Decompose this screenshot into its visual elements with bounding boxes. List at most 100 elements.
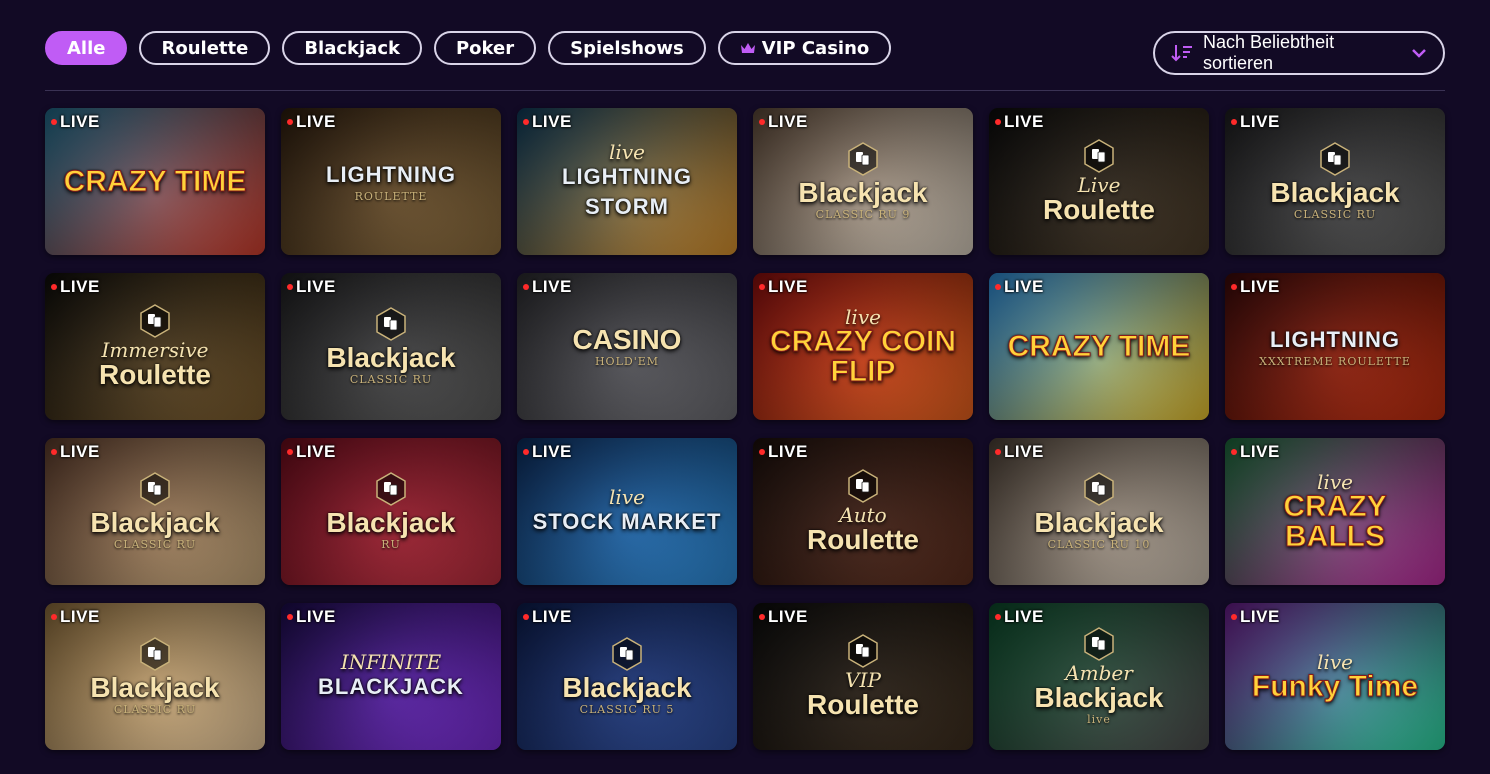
- game-tile-blackjack-classic-ru-10[interactable]: LIVE Blackjack CLASSIC RU 10: [989, 438, 1209, 585]
- game-tile-crazy-balls[interactable]: LIVE live CRAZY BALLS: [1225, 438, 1445, 585]
- filter-alle[interactable]: Alle: [45, 31, 128, 65]
- game-tile-blackjack-classic-ru-5[interactable]: LIVE Blackjack CLASSIC RU 5: [517, 603, 737, 750]
- game-tile-crazy-time-b[interactable]: LIVE CRAZY TIME: [989, 273, 1209, 420]
- game-type-icon: [140, 472, 170, 506]
- chevron-down-icon: [1412, 49, 1426, 58]
- filter-spielshows[interactable]: Spielshows: [548, 31, 706, 65]
- live-label: LIVE: [768, 112, 808, 131]
- game-title-foot: CLASSIC RU 5: [579, 703, 675, 716]
- live-label: LIVE: [296, 607, 336, 626]
- filter-roulette[interactable]: Roulette: [139, 31, 271, 65]
- live-label: LIVE: [60, 277, 100, 296]
- game-title-main: Roulette: [99, 358, 211, 390]
- game-title-foot: CLASSIC RU: [349, 373, 433, 386]
- game-type-icon: [1320, 142, 1350, 176]
- live-label: LIVE: [768, 442, 808, 461]
- game-title-main: Blackjack: [798, 177, 928, 208]
- game-tile-blackjack-classic-ru-9[interactable]: LIVE Blackjack CLASSIC RU 9: [753, 108, 973, 255]
- live-dot-icon: [51, 614, 57, 620]
- live-badge: LIVE: [51, 442, 100, 462]
- game-tile-casino-holdem[interactable]: LIVE CASINO HOLD'EM: [517, 273, 737, 420]
- game-title-main: Blackjack: [326, 342, 456, 373]
- game-title-main: Blackjack: [562, 672, 692, 703]
- game-tile-crazy-time[interactable]: LIVE CRAZY TIME: [45, 108, 265, 255]
- live-badge: LIVE: [1231, 112, 1280, 132]
- live-dot-icon: [523, 119, 529, 125]
- game-title-main: Roulette: [1043, 193, 1155, 225]
- game-tile-xxxtreme-lightning-roulette[interactable]: LIVE LIGHTNING XXXTREME ROULETTE: [1225, 273, 1445, 420]
- live-badge: LIVE: [523, 112, 572, 132]
- game-title-main: CRAZY TIME: [1007, 329, 1191, 363]
- filter-vip-casino[interactable]: VIP Casino: [717, 31, 892, 65]
- live-dot-icon: [1231, 449, 1237, 455]
- live-badge: LIVE: [759, 112, 808, 132]
- game-title-main: LIGHTNING: [1270, 327, 1400, 352]
- live-badge: LIVE: [1231, 607, 1280, 627]
- filter-label: Blackjack: [304, 37, 400, 59]
- game-type-icon: [848, 468, 878, 503]
- live-badge: LIVE: [995, 442, 1044, 462]
- game-tile-blackjack-ru[interactable]: LIVE Blackjack RU: [281, 438, 501, 585]
- game-title-sub: INFINITE: [340, 649, 442, 674]
- game-tile-blackjack-classic-ru-b[interactable]: LIVE Blackjack CLASSIC RU: [281, 273, 501, 420]
- game-title-main: LIGHTNING STORM: [562, 163, 692, 219]
- game-tile-auto-roulette[interactable]: LIVE Auto Roulette: [753, 438, 973, 585]
- game-title-main: Blackjack: [326, 507, 456, 538]
- game-tile-lightning-roulette[interactable]: LIVE LIGHTNING ROULETTE: [281, 108, 501, 255]
- live-dot-icon: [1231, 119, 1237, 125]
- game-type-icon: [848, 142, 878, 176]
- live-dot-icon: [287, 449, 293, 455]
- game-title-main: STOCK MARKET: [532, 508, 722, 534]
- game-tile-infinite-blackjack[interactable]: LIVE INFINITE BLACKJACK: [281, 603, 501, 750]
- game-tile-lightning-storm[interactable]: LIVE live LIGHTNING STORM: [517, 108, 737, 255]
- game-title-foot: ROULETTE: [354, 190, 428, 203]
- live-badge: LIVE: [51, 112, 100, 132]
- filter-label: Roulette: [161, 37, 249, 59]
- game-title-sub: Live: [1077, 172, 1121, 197]
- game-tile-immersive-roulette[interactable]: LIVE Immersive Roulette: [45, 273, 265, 420]
- live-badge: LIVE: [1231, 277, 1280, 297]
- sort-dropdown[interactable]: Nach Beliebtheit sortieren: [1153, 31, 1445, 75]
- sort-label: Nach Beliebtheit sortieren: [1203, 32, 1335, 73]
- game-title-main: CRAZY BALLS: [1283, 489, 1387, 553]
- live-dot-icon: [759, 449, 765, 455]
- filter-blackjack[interactable]: Blackjack: [282, 31, 422, 65]
- live-badge: LIVE: [759, 277, 808, 297]
- live-dot-icon: [759, 284, 765, 290]
- game-title-sub: live: [1317, 469, 1353, 494]
- game-title-sub: Immersive: [101, 337, 209, 362]
- game-tile-blackjack-classic-ru[interactable]: LIVE Blackjack CLASSIC RU: [1225, 108, 1445, 255]
- game-tile-blackjack-classic-ru-gold[interactable]: LIVE Blackjack CLASSIC RU: [45, 603, 265, 750]
- game-tile-vip-roulette[interactable]: LIVE VIP Roulette: [753, 603, 973, 750]
- game-tile-stock-market[interactable]: LIVE live STOCK MARKET: [517, 438, 737, 585]
- category-filters: Alle Roulette Blackjack Poker Spielshows VIP …: [45, 31, 892, 65]
- live-label: LIVE: [296, 277, 336, 296]
- game-type-icon: [376, 307, 406, 341]
- live-label: LIVE: [532, 112, 572, 131]
- game-title-sub: VIP: [845, 667, 881, 692]
- game-type-icon: [848, 633, 878, 668]
- game-type-icon: [376, 472, 406, 506]
- game-type-icon: [612, 637, 642, 671]
- game-tile-live-roulette[interactable]: LIVE Live Roulette: [989, 108, 1209, 255]
- live-label: LIVE: [1240, 607, 1280, 626]
- live-dot-icon: [995, 449, 1001, 455]
- game-title-foot: CLASSIC RU 9: [815, 208, 911, 221]
- live-label: LIVE: [768, 607, 808, 626]
- live-badge: LIVE: [51, 277, 100, 297]
- game-title-main: Roulette: [807, 688, 919, 720]
- live-badge: LIVE: [995, 112, 1044, 132]
- game-tile-crazy-coin-flip[interactable]: LIVE live CRAZY COIN FLIP: [753, 273, 973, 420]
- live-badge: LIVE: [995, 277, 1044, 297]
- live-label: LIVE: [532, 607, 572, 626]
- filter-poker[interactable]: Poker: [433, 31, 537, 65]
- live-dot-icon: [995, 614, 1001, 620]
- live-label: LIVE: [1240, 442, 1280, 461]
- game-tile-funky-time[interactable]: LIVE live Funky Time: [1225, 603, 1445, 750]
- game-tile-amber-blackjack[interactable]: LIVE Amber Blackjack live: [989, 603, 1209, 750]
- game-tile-blackjack-classic-ru-dealer[interactable]: LIVE Blackjack CLASSIC RU: [45, 438, 265, 585]
- game-title-foot: RU: [381, 538, 401, 551]
- live-label: LIVE: [60, 112, 100, 131]
- live-label: LIVE: [1240, 112, 1280, 131]
- game-title-sub: live: [609, 484, 645, 509]
